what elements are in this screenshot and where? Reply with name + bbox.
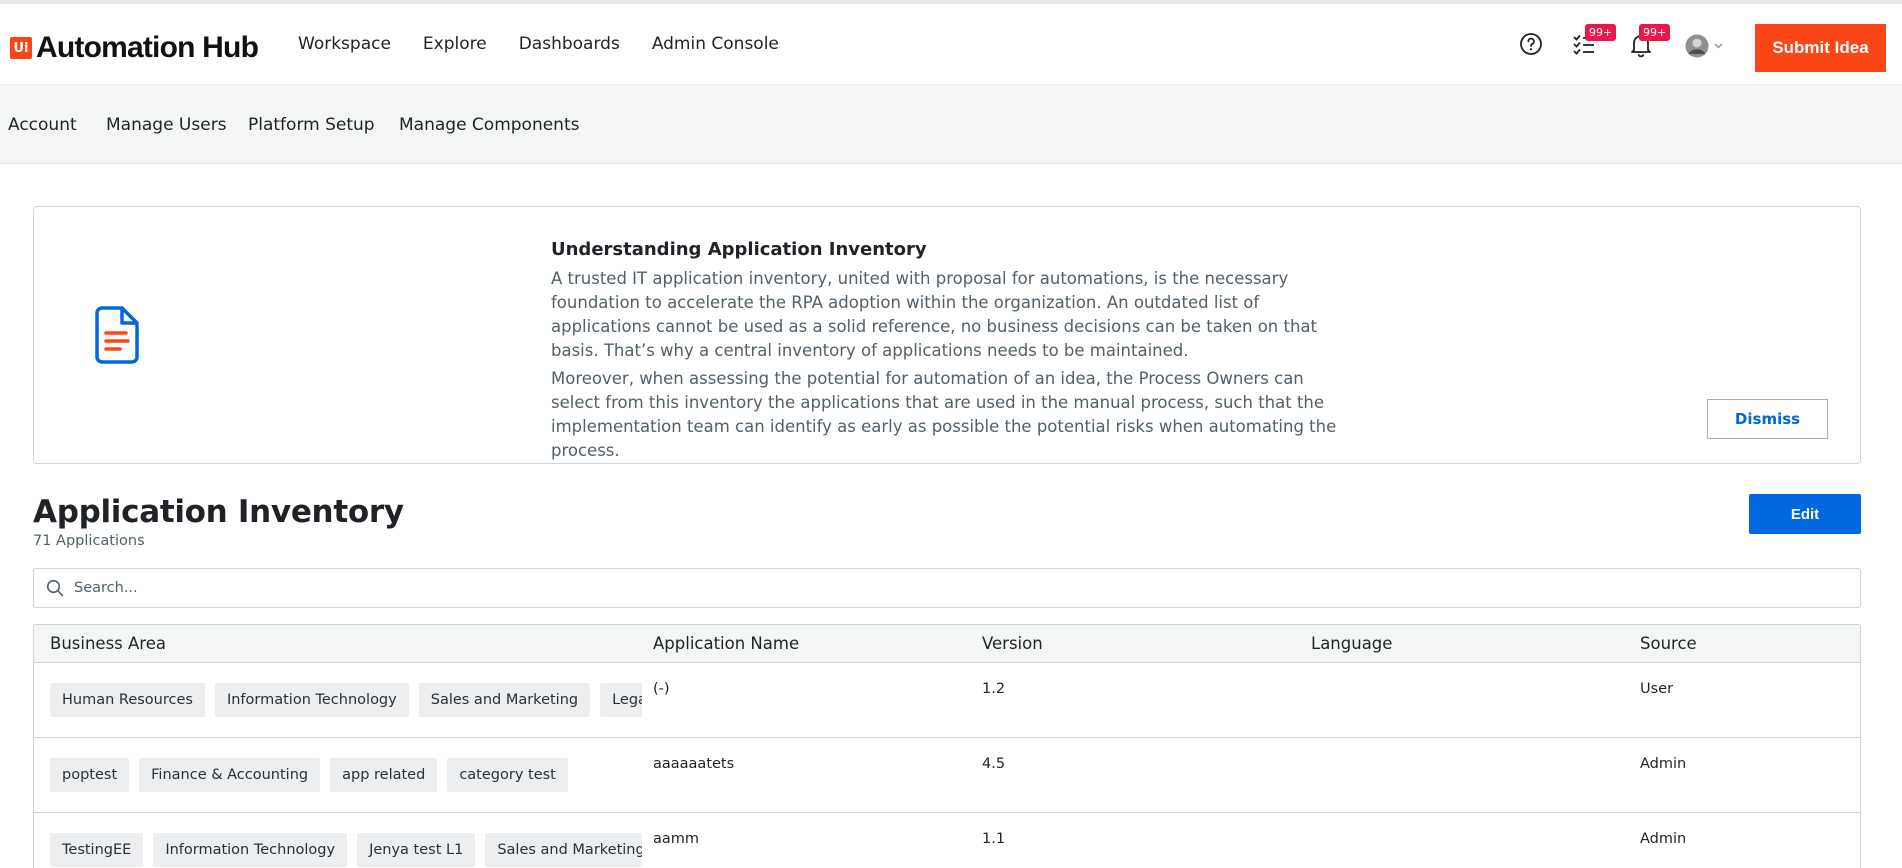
top-header: Ui Automation Hub Workspace Explore Dash… xyxy=(0,4,1902,84)
business-area-tag: Legal xyxy=(600,683,642,717)
admin-subnav: Account Manage Users Platform Setup Mana… xyxy=(0,84,1902,164)
banner-paragraph-2: Moreover, when assessing the potential f… xyxy=(551,369,1337,460)
edit-button[interactable]: Edit xyxy=(1749,494,1861,534)
nav-explore[interactable]: Explore xyxy=(423,34,487,54)
version-cell: 1.1 xyxy=(982,831,1006,847)
source-cell: Admin xyxy=(1640,831,1687,847)
uipath-logo-badge: Ui xyxy=(10,37,32,59)
applications-count: 71 Applications xyxy=(33,533,145,549)
business-area-tag: Information Technology xyxy=(214,683,409,717)
subnav-manage-components[interactable]: Manage Components xyxy=(399,115,579,135)
nav-workspace[interactable]: Workspace xyxy=(298,34,391,54)
subnav-platform-setup[interactable]: Platform Setup xyxy=(248,115,375,135)
business-area-tag: Information Technology xyxy=(153,833,348,867)
main-nav: Workspace Explore Dashboards Admin Conso… xyxy=(298,34,811,54)
subnav-account[interactable]: Account xyxy=(8,115,77,135)
subnav-manage-users[interactable]: Manage Users xyxy=(106,115,227,135)
nav-admin-console[interactable]: Admin Console xyxy=(652,34,779,54)
notifications-count-badge: 99+ xyxy=(1639,24,1671,41)
banner-paragraph-1: A trusted IT application inventory, unit… xyxy=(551,269,1317,360)
column-business-area[interactable]: Business Area xyxy=(50,634,166,653)
table-row[interactable]: Human Resources Information Technology Sal… xyxy=(34,663,1860,738)
info-banner: Understanding Application Inventory A tr… xyxy=(33,206,1861,464)
user-menu[interactable] xyxy=(1685,33,1733,59)
banner-title: Understanding Application Inventory xyxy=(551,239,927,260)
business-area-tag: app related xyxy=(330,758,438,792)
search-box xyxy=(33,568,1861,608)
column-application-name[interactable]: Application Name xyxy=(653,634,799,653)
applications-table: Business Area Application Name Version L… xyxy=(33,624,1861,868)
application-name-cell[interactable]: (-) xyxy=(653,681,670,697)
table-header: Business Area Application Name Version L… xyxy=(34,625,1860,663)
source-cell: Admin xyxy=(1640,756,1687,772)
submit-idea-button[interactable]: Submit Idea xyxy=(1755,24,1886,72)
business-area-tag: TestingEE xyxy=(50,833,144,867)
business-area-tags: Human Resources Information Technology Sal… xyxy=(50,683,642,719)
search-icon xyxy=(46,579,64,601)
app-name: Automation Hub xyxy=(36,31,259,64)
version-cell: 1.2 xyxy=(982,681,1006,697)
search-input[interactable] xyxy=(74,569,1844,607)
document-icon xyxy=(94,305,142,369)
application-name-cell[interactable]: aamm xyxy=(653,831,699,847)
automation-hub-logo[interactable]: Ui Automation Hub xyxy=(10,31,259,65)
business-area-tags: TestingEE Information Technology Jenya tes… xyxy=(50,833,642,868)
table-row[interactable]: poptest Finance & Accounting app related ca… xyxy=(34,738,1860,813)
tasks-count-badge: 99+ xyxy=(1585,24,1617,41)
business-area-tag: Finance & Accounting xyxy=(139,758,321,792)
column-version[interactable]: Version xyxy=(982,634,1043,653)
business-area-tag: Jenya test L1 xyxy=(357,833,476,867)
column-source[interactable]: Source xyxy=(1640,634,1697,653)
source-cell: User xyxy=(1640,681,1674,697)
business-area-tag: Sales and Marketing xyxy=(418,683,591,717)
business-area-tag: Human Resources xyxy=(50,683,205,717)
business-area-tag: category test xyxy=(447,758,568,792)
help-circle-icon[interactable] xyxy=(1519,32,1543,56)
application-name-cell[interactable]: aaaaaatets xyxy=(653,756,734,772)
table-row[interactable]: TestingEE Information Technology Jenya tes… xyxy=(34,813,1860,868)
business-area-tag: poptest xyxy=(50,758,130,792)
page-title: Application Inventory xyxy=(33,494,404,530)
business-area-tag: Sales and Marketing xyxy=(485,833,642,867)
nav-dashboards[interactable]: Dashboards xyxy=(519,34,620,54)
version-cell: 4.5 xyxy=(982,756,1006,772)
column-language[interactable]: Language xyxy=(1311,634,1392,653)
dismiss-button[interactable]: Dismiss xyxy=(1707,399,1828,439)
business-area-tags: poptest Finance & Accounting app related ca… xyxy=(50,758,642,794)
